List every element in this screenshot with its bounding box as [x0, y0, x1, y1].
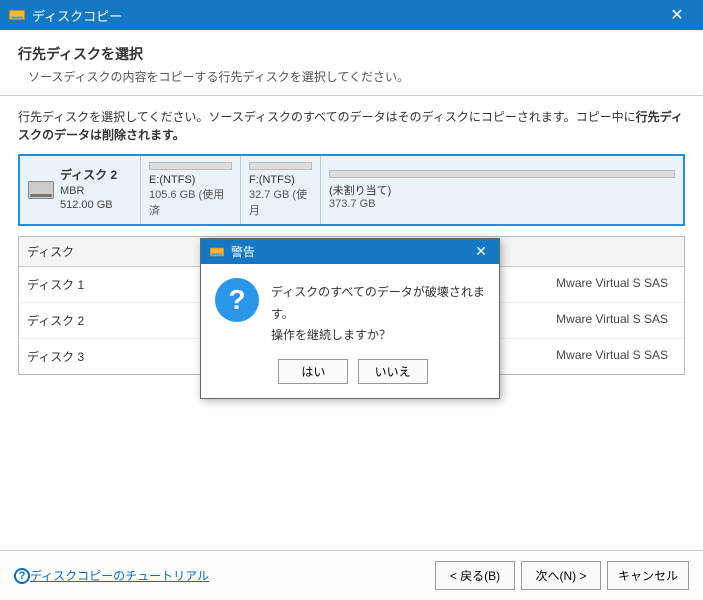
selected-disk-name: ディスク 2 — [60, 168, 117, 184]
page-header: 行先ディスクを選択 ソースディスクの内容をコピーする行先ディスクを選択してくださ… — [0, 30, 703, 96]
next-button[interactable]: 次へ(N) > — [521, 561, 601, 590]
window-title: ディスクコピー — [32, 6, 659, 25]
partition-2[interactable]: (未割り当て) 373.7 GB — [320, 156, 683, 224]
partition-bar — [329, 170, 675, 178]
partition-size: 373.7 GB — [329, 198, 675, 210]
yes-button[interactable]: はい — [278, 359, 348, 384]
partition-1[interactable]: F:(NTFS) 32.7 GB (使月 — [240, 156, 320, 224]
selected-disk-panel[interactable]: ディスク 2 MBR 512.00 GB E:(NTFS) 105.6 GB (… — [18, 154, 685, 226]
row-disk-name: ディスク 3 — [27, 348, 227, 365]
dialog-message-1: ディスクのすべてのデータが破壊されます。 — [271, 282, 485, 325]
partition-bar — [149, 162, 232, 170]
tutorial-link[interactable]: ディスクコピーのチュートリアル — [30, 567, 209, 584]
warning-dialog: 警告 ✕ ? ディスクのすべてのデータが破壊されます。 操作を継続しますか？ は… — [200, 238, 500, 399]
cancel-button[interactable]: キャンセル — [607, 561, 689, 590]
page-subtitle: ソースディスクの内容をコピーする行先ディスクを選択してください。 — [18, 68, 685, 85]
no-button[interactable]: いいえ — [358, 359, 428, 384]
instruction-text: 行先ディスクを選択してください。ソースディスクのすべてのデータはそのディスクにコ… — [18, 108, 685, 144]
partition-label: E:(NTFS) — [149, 174, 232, 186]
dialog-titlebar: 警告 ✕ — [201, 239, 499, 264]
instruction-pre: 行先ディスクを選択してください。ソースディスクのすべてのデータはそのディスクにコ… — [18, 110, 636, 124]
selected-disk-size: 512.00 GB — [60, 198, 117, 212]
page-title: 行先ディスクを選択 — [18, 44, 685, 64]
row-disk-name: ディスク 1 — [27, 276, 227, 293]
dialog-icon — [209, 244, 225, 260]
dialog-close-button[interactable]: ✕ — [471, 243, 491, 260]
selected-disk-summary: ディスク 2 MBR 512.00 GB — [20, 156, 140, 224]
back-button[interactable]: < 戻る(B) — [435, 561, 515, 590]
partition-label: (未割り当て) — [329, 182, 675, 198]
help-icon: ? — [14, 568, 30, 584]
dialog-title: 警告 — [231, 243, 471, 260]
app-icon — [8, 6, 26, 24]
partition-size: 32.7 GB (使月 — [249, 186, 312, 218]
window-close-button[interactable]: ✕ — [659, 5, 695, 25]
selected-disk-type: MBR — [60, 184, 117, 198]
question-icon: ? — [215, 278, 259, 322]
partition-bar — [249, 162, 312, 170]
partition-0[interactable]: E:(NTFS) 105.6 GB (使用済 — [140, 156, 240, 224]
footer-bar: ? ディスクコピーのチュートリアル < 戻る(B) 次へ(N) > キャンセル — [0, 550, 703, 600]
row-disk-name: ディスク 2 — [27, 312, 227, 329]
disk-icon — [28, 181, 54, 199]
partition-size: 105.6 GB (使用済 — [149, 186, 232, 218]
window-titlebar: ディスクコピー ✕ — [0, 0, 703, 30]
partition-label: F:(NTFS) — [249, 174, 312, 186]
dialog-message-2: 操作を継続しますか？ — [271, 325, 485, 347]
